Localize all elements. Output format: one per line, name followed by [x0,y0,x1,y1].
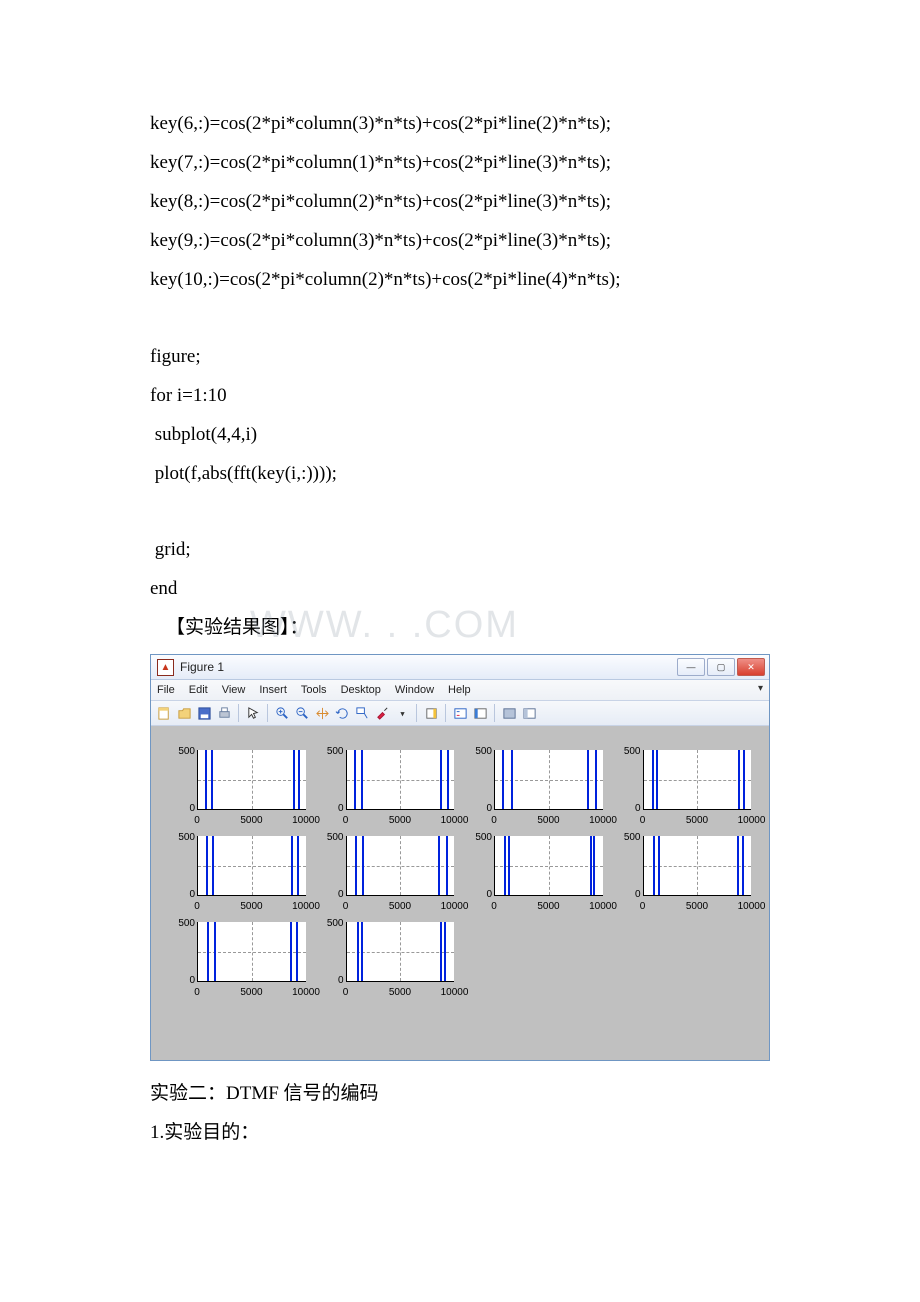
hide-plot-tools-icon[interactable] [500,704,518,722]
code-line: key(8,:)=cos(2*pi*column(2)*n*ts)+cos(2*… [150,183,770,222]
subplot-7 [494,836,603,896]
menu-window[interactable]: Window [395,684,434,696]
print-icon[interactable] [215,704,233,722]
link-icon[interactable]: ▾ [393,704,411,722]
matlab-icon: ▲ [157,659,174,676]
subplot-2 [346,750,455,810]
section-line: 1.实验目的： [150,1114,770,1153]
code-line: end [150,570,770,609]
zoom-in-icon[interactable] [273,704,291,722]
pointer-icon[interactable] [244,704,262,722]
code-line: grid; [150,531,770,570]
menu-tools[interactable]: Tools [301,684,327,696]
window-title: Figure 1 [180,660,671,674]
insert-colorbar-icon[interactable] [471,704,489,722]
plot-area: 0500050001000005000500010000050005000100… [151,726,769,1060]
menubar: File Edit View Insert Tools Desktop Wind… [151,680,769,701]
maximize-button[interactable]: ▢ [707,658,735,676]
colorbar-icon[interactable] [422,704,440,722]
toolbar: ▾ [151,701,769,726]
code-line: for i=1:10 [150,377,770,416]
save-icon[interactable] [195,704,213,722]
figure-window: ▲ Figure 1 — ▢ ✕ File Edit View Insert T… [150,654,770,1061]
datacursor-icon[interactable] [353,704,371,722]
subplot-8 [643,836,752,896]
code-line: figure; [150,338,770,377]
minimize-button[interactable]: — [677,658,705,676]
open-icon[interactable] [175,704,193,722]
menu-file[interactable]: File [157,684,175,696]
subplot-4 [643,750,752,810]
code-line: key(6,:)=cos(2*pi*column(3)*n*ts)+cos(2*… [150,105,770,144]
menu-desktop[interactable]: Desktop [341,684,381,696]
close-button[interactable]: ✕ [737,658,765,676]
code-line: subplot(4,4,i) [150,416,770,455]
pan-icon[interactable] [313,704,331,722]
zoom-out-icon[interactable] [293,704,311,722]
titlebar: ▲ Figure 1 — ▢ ✕ [151,655,769,680]
menu-help[interactable]: Help [448,684,471,696]
legend-icon[interactable] [451,704,469,722]
subplot-6 [346,836,455,896]
new-figure-icon[interactable] [155,704,173,722]
subplot-1 [197,750,306,810]
show-plot-tools-icon[interactable] [520,704,538,722]
section-title: 实验二：DTMF 信号的编码 [150,1075,770,1114]
brush-icon[interactable] [373,704,391,722]
subplot-5 [197,836,306,896]
code-line: plot(f,abs(fft(key(i,:)))); [150,455,770,494]
subplot-9 [197,922,306,982]
menu-overflow-icon[interactable]: ▾ [758,683,763,694]
menu-view[interactable]: View [222,684,246,696]
code-line: key(7,:)=cos(2*pi*column(1)*n*ts)+cos(2*… [150,144,770,183]
result-label: 【实验结果图】： [150,609,770,648]
menu-edit[interactable]: Edit [189,684,208,696]
code-line: key(9,:)=cos(2*pi*column(3)*n*ts)+cos(2*… [150,222,770,261]
rotate-icon[interactable] [333,704,351,722]
subplot-3 [494,750,603,810]
menu-insert[interactable]: Insert [259,684,287,696]
code-line: key(10,:)=cos(2*pi*column(2)*n*ts)+cos(2… [150,261,770,300]
code-block: key(6,:)=cos(2*pi*column(3)*n*ts)+cos(2*… [150,105,770,648]
svg-text:▾: ▾ [400,708,404,718]
subplot-10 [346,922,455,982]
